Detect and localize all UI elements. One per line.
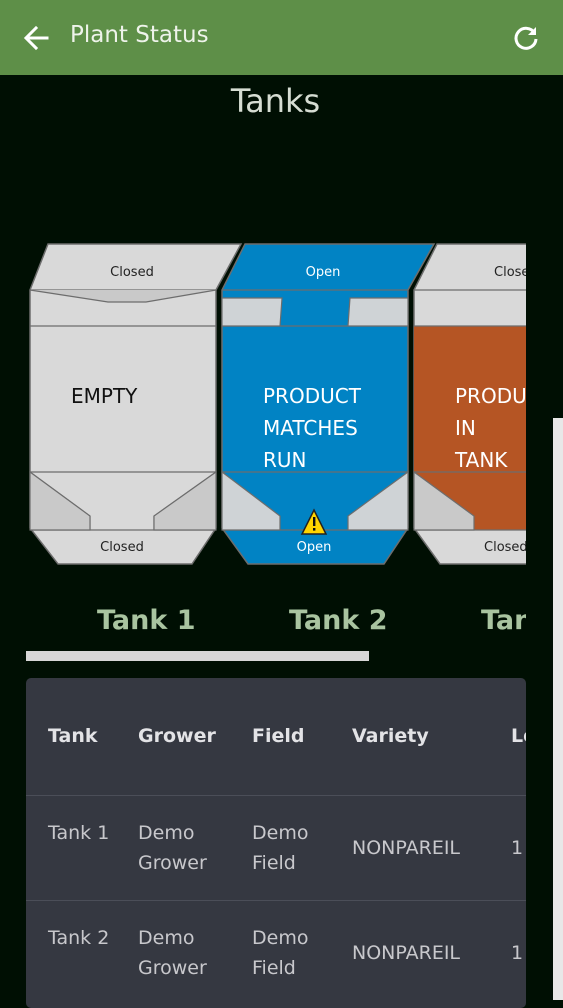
- tank-2-status-line-2: MATCHES: [263, 416, 358, 440]
- tank-1-bottom-gate: Closed: [100, 540, 144, 555]
- cell-variety: NONPAREIL: [352, 837, 461, 859]
- app-bar: Plant Status: [0, 0, 563, 75]
- tank-2-top-gate: Open: [306, 265, 341, 280]
- cell-grower: Demo Grower: [138, 822, 207, 874]
- table-row[interactable]: Tank 1 Demo Grower Demo Field NONPAREIL …: [26, 795, 526, 900]
- tab-tank-3[interactable]: Tank 3: [481, 605, 526, 636]
- section-title: Tanks: [230, 82, 321, 120]
- tank-1-top-gate: Closed: [110, 265, 154, 280]
- tab-tank-1[interactable]: Tank 1: [97, 605, 196, 636]
- cell-variety: NONPAREIL: [352, 942, 461, 964]
- tank-3-status-line-3: TANK: [454, 448, 508, 472]
- tank-3-top-gate: Closed: [494, 265, 526, 280]
- scrollbar[interactable]: [553, 418, 563, 1000]
- tank-1-status-line-1: EMPTY: [71, 384, 138, 408]
- cell-tank: Tank 1: [48, 822, 110, 844]
- tank-3-status-line-2: IN: [455, 416, 476, 440]
- cell-tank: Tank 2: [48, 927, 110, 949]
- tank-3[interactable]: Closed PRODUCT IN TANK Closed: [413, 243, 526, 565]
- tank-2[interactable]: Open PRODUCT MATCHES RUN Open: [221, 243, 436, 565]
- tank-details-table: Tank Grower Field Variety Load Tank 1 De…: [26, 678, 526, 1008]
- cell-field: Demo Field: [252, 927, 309, 979]
- tab-indicator: [26, 651, 369, 661]
- table-header-row: Tank Grower Field Variety Load: [26, 678, 526, 794]
- table-row[interactable]: Tank 2 Demo Grower Demo Field NONPAREIL …: [26, 900, 526, 1008]
- cell-grower: Demo Grower: [138, 927, 207, 979]
- tank-carousel[interactable]: Closed EMPTY Closed Open PRODUCT MATCHES…: [28, 242, 526, 566]
- tank-1[interactable]: Closed EMPTY Closed: [29, 243, 243, 565]
- cell-load: 1: [511, 942, 524, 964]
- header-tank[interactable]: Tank: [48, 721, 118, 751]
- header-load[interactable]: Load: [511, 721, 526, 751]
- refresh-icon[interactable]: [510, 22, 542, 54]
- tank-tabs: Tank 1 Tank 2 Tank 3: [26, 605, 526, 665]
- cell-field: Demo Field: [252, 822, 309, 874]
- tank-2-bottom-gate: Open: [297, 540, 332, 555]
- tank-3-status-line-1: PRODUCT: [455, 384, 526, 408]
- header-field[interactable]: Field: [252, 721, 332, 751]
- arrow-left-icon[interactable]: [20, 22, 52, 54]
- tank-2-status-line-3: RUN: [263, 448, 307, 472]
- cell-load: 1: [511, 837, 524, 859]
- tank-2-status-line-1: PRODUCT: [263, 384, 362, 408]
- tank-3-bottom-gate: Closed: [484, 540, 526, 555]
- tab-tank-2[interactable]: Tank 2: [289, 605, 388, 636]
- header-variety[interactable]: Variety: [352, 721, 502, 751]
- header-grower[interactable]: Grower: [138, 721, 228, 751]
- page-title: Plant Status: [70, 22, 209, 48]
